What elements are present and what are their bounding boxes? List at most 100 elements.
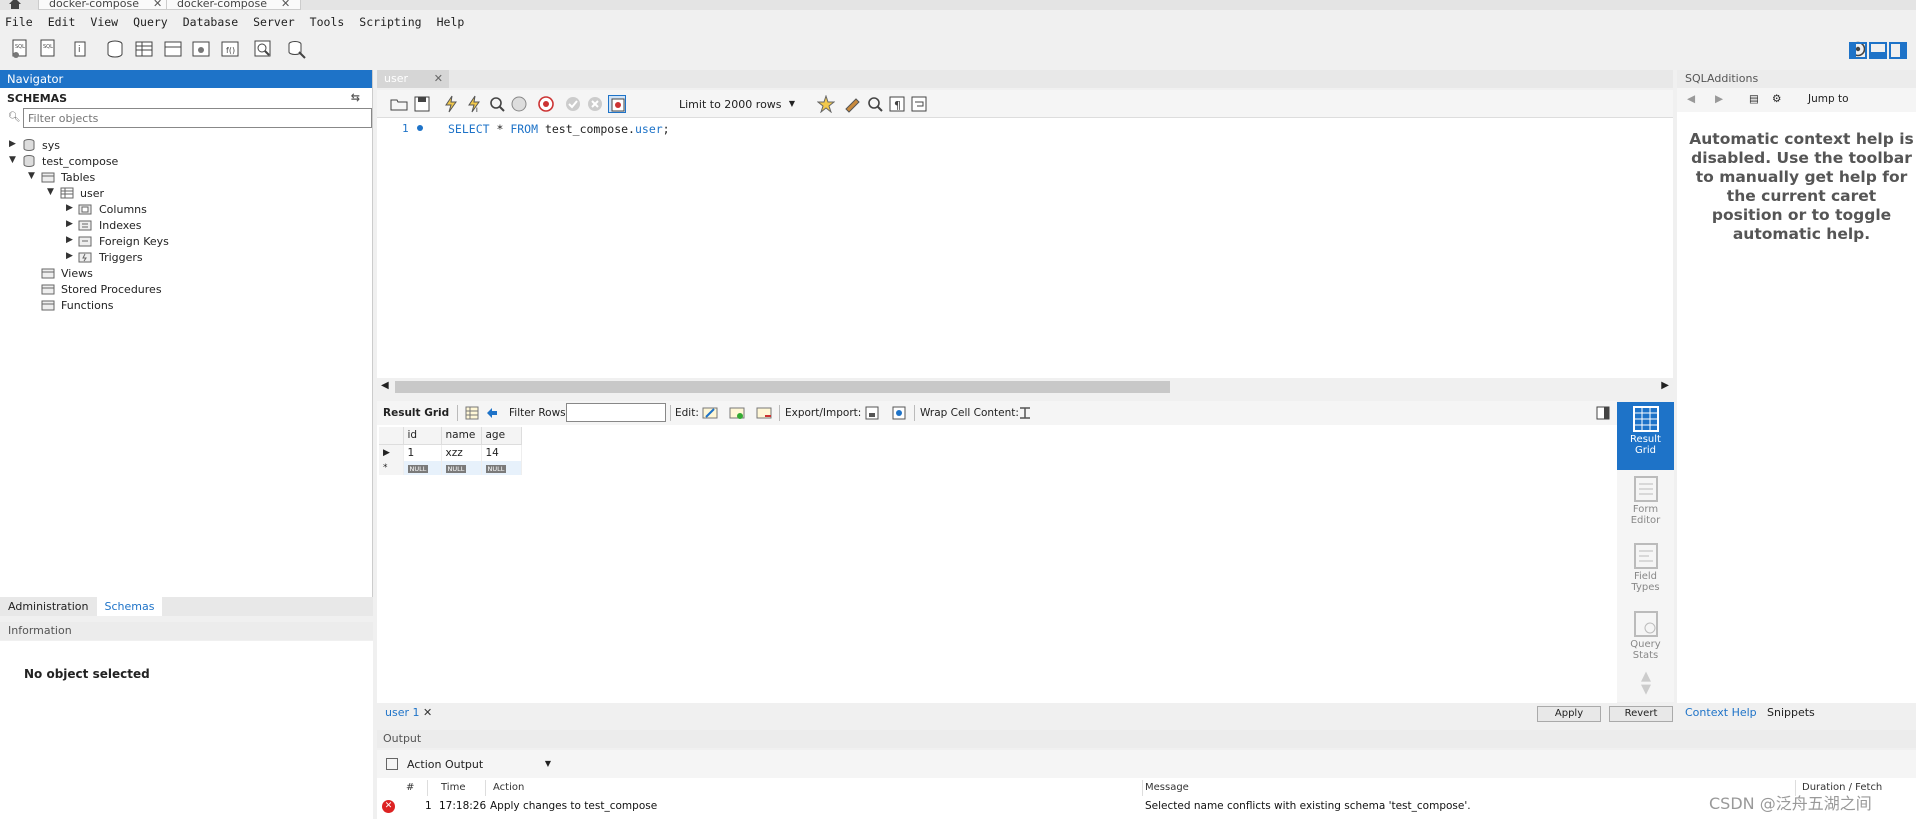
toggle-navigator-icon[interactable] [1849, 42, 1867, 59]
menu-help[interactable]: Help [437, 12, 465, 32]
tab-snippets[interactable]: Snippets [1767, 706, 1815, 719]
explain-icon[interactable] [488, 95, 506, 113]
refresh-icon[interactable]: ⇆ [351, 91, 360, 104]
forward-icon[interactable]: ▶ [1715, 93, 1723, 105]
expand-arrow-icon[interactable]: ▶ [66, 203, 73, 213]
column-header-name[interactable]: name [441, 427, 482, 445]
expand-arrow-icon[interactable]: ▶ [66, 219, 73, 229]
commit-icon[interactable] [564, 95, 582, 113]
stop-icon[interactable] [510, 95, 528, 113]
scroll-more-icon[interactable]: ▲ ▼ [1637, 670, 1655, 700]
sql-code[interactable]: SELECT * FROM test_compose.user; [448, 122, 670, 136]
close-icon[interactable]: ✕ [153, 0, 162, 10]
table-cell[interactable]: NULL [481, 461, 522, 475]
create-procedure-icon[interactable] [190, 38, 212, 60]
copy-icon[interactable] [386, 758, 398, 770]
query-stats-button[interactable]: Query Stats [1617, 607, 1674, 669]
toggle-autocommit-icon[interactable] [537, 95, 555, 113]
scroll-left-icon[interactable]: ◀ [381, 380, 389, 391]
table-cell[interactable]: xzz [441, 444, 482, 461]
tab-context-help[interactable]: Context Help [1685, 706, 1757, 719]
output-type-select[interactable]: Action Output ▼ [407, 756, 553, 774]
scroll-right-icon[interactable]: ▶ [1661, 380, 1669, 391]
tab-user-1[interactable]: user 1 [385, 706, 420, 719]
create-table-icon[interactable] [133, 38, 155, 60]
edit-row-icon[interactable] [702, 405, 718, 421]
apply-button[interactable]: Apply [1537, 706, 1601, 722]
home-icon[interactable] [8, 0, 22, 9]
create-schema-icon[interactable] [104, 38, 126, 60]
tree-node-sys[interactable]: ▶ sys [0, 138, 370, 154]
execute-current-icon[interactable]: I [465, 95, 483, 114]
expand-arrow-icon[interactable]: ▶ [66, 235, 73, 245]
manual-help-icon[interactable]: ▤ [1749, 93, 1759, 105]
table-cell[interactable]: 1 [403, 444, 442, 461]
new-row[interactable]: * NULL NULL NULL [379, 461, 522, 475]
scroll-thumb[interactable] [395, 381, 1170, 393]
tab-user[interactable]: user ✕ [377, 70, 449, 88]
menu-tools[interactable]: Tools [310, 12, 345, 32]
tree-node-columns[interactable]: ▶ Columns [0, 202, 370, 218]
delete-row-icon[interactable] [756, 405, 772, 421]
open-file-icon[interactable] [390, 95, 408, 113]
refresh-rows-icon[interactable] [484, 405, 500, 421]
toggle-panel-icon[interactable] [1595, 405, 1611, 421]
field-types-button[interactable]: Field Types [1617, 539, 1674, 601]
expand-arrow-icon[interactable]: ▶ [9, 139, 16, 149]
tab-schemas[interactable]: Schemas [96, 597, 163, 616]
editor-horizontal-scrollbar[interactable]: ◀ ▶ [377, 379, 1673, 395]
insert-row-icon[interactable] [729, 405, 745, 421]
form-editor-button[interactable]: Form Editor [1617, 472, 1674, 534]
window-tab-1[interactable]: docker-compose ✕ [38, 0, 174, 10]
filter-objects-input[interactable] [23, 108, 372, 128]
execute-icon[interactable] [442, 95, 460, 113]
wrap-lines-icon[interactable] [910, 95, 928, 113]
find-icon[interactable] [866, 95, 884, 113]
table-cell[interactable]: NULL [441, 461, 482, 475]
jump-to-select[interactable]: Jump to [1808, 93, 1849, 105]
menu-database[interactable]: Database [183, 12, 238, 32]
table-row[interactable]: ▶ 1 xzz 14 [379, 444, 522, 461]
collapse-arrow-icon[interactable]: ▼ [28, 171, 35, 181]
create-function-icon[interactable]: f() [219, 38, 241, 60]
table-cell[interactable]: 14 [481, 444, 522, 461]
new-sql-tab-icon[interactable]: SQL [9, 38, 31, 60]
close-icon[interactable]: ✕ [281, 0, 290, 10]
toggle-stop-on-error-icon[interactable] [608, 95, 626, 113]
menu-scripting[interactable]: Scripting [359, 12, 421, 32]
sql-editor[interactable]: 1 SELECT * FROM test_compose.user; [377, 118, 1673, 378]
auto-help-icon[interactable]: ⚙ [1772, 93, 1781, 105]
tree-node-test-compose[interactable]: ▼ test_compose [0, 154, 370, 170]
menu-query[interactable]: Query [133, 12, 168, 32]
tree-node-triggers[interactable]: ▶ Triggers [0, 250, 370, 266]
menu-server[interactable]: Server [253, 12, 295, 32]
create-view-icon[interactable] [162, 38, 184, 60]
back-icon[interactable]: ◀ [1687, 93, 1695, 105]
tree-node-functions[interactable]: Functions [0, 298, 370, 314]
reconnect-icon[interactable] [285, 38, 307, 60]
grid-view-icon[interactable] [464, 405, 480, 421]
add-snippet-icon[interactable] [816, 94, 836, 114]
tree-node-indexes[interactable]: ▶ Indexes [0, 218, 370, 234]
menu-file[interactable]: File [5, 12, 33, 32]
collapse-arrow-icon[interactable]: ▼ [47, 187, 54, 197]
result-grid-button[interactable]: Result Grid [1617, 402, 1674, 470]
beautify-icon[interactable] [844, 95, 862, 113]
invisible-chars-icon[interactable]: ¶ [888, 95, 906, 113]
table-cell[interactable]: NULL [403, 461, 442, 475]
revert-button[interactable]: Revert [1609, 706, 1673, 722]
toggle-sidebar-icon[interactable] [1889, 42, 1907, 59]
tab-administration[interactable]: Administration [0, 597, 97, 616]
toggle-output-icon[interactable] [1869, 42, 1887, 59]
tree-node-stored-procedures[interactable]: Stored Procedures [0, 282, 370, 298]
tree-node-views[interactable]: Views [0, 266, 370, 282]
limit-rows-select[interactable]: Limit to 2000 rows ▼ [679, 96, 799, 114]
export-icon[interactable] [864, 405, 880, 421]
window-tab-2[interactable]: docker-compose ✕ [166, 0, 302, 10]
menu-view[interactable]: View [90, 12, 118, 32]
filter-rows-input[interactable] [566, 403, 666, 422]
menu-edit[interactable]: Edit [48, 12, 76, 32]
close-icon[interactable]: ✕ [434, 72, 443, 85]
save-icon[interactable] [413, 95, 431, 113]
rollback-icon[interactable] [586, 95, 604, 113]
